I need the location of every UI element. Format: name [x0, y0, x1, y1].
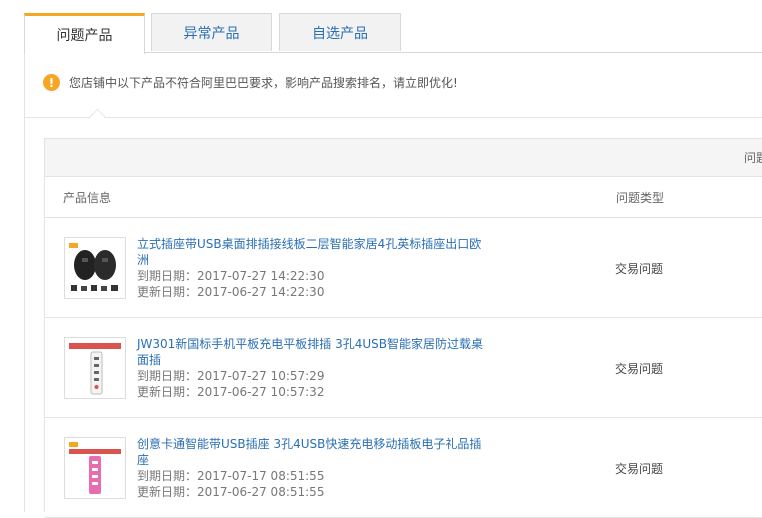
summary-text: 问题 — [744, 151, 762, 165]
notice-text: 您店铺中以下产品不符合阿里巴巴要求，影响产品搜索排名，请立即优化! — [69, 76, 458, 90]
problem-type: 交易问题 — [615, 262, 664, 276]
table-row: JW301新国标手机平板充电平板排插 3孔4USB智能家居防过载桌面插 到期日期… — [45, 318, 762, 418]
tab-problem-products[interactable]: 问题产品 — [24, 13, 145, 54]
expire-date: 到期日期：2017-07-17 08:51:55 — [137, 469, 325, 483]
table-header: 产品信息 问题类型 — [45, 177, 762, 218]
pointer-caret — [89, 108, 106, 125]
product-image-icon — [69, 343, 121, 395]
update-date: 更新日期：2017-06-27 14:22:30 — [137, 285, 325, 299]
table-row: 立式插座带USB桌面排插接线板二层智能家居4孔英标插座出口欧洲 到期日期：201… — [45, 218, 762, 318]
tab-abnormal-products[interactable]: 异常产品 — [151, 13, 272, 51]
warning-icon: ! — [43, 74, 60, 91]
table-summary-bar: 问题 — [45, 139, 762, 177]
product-image-icon — [69, 243, 118, 291]
tab-selected-products[interactable]: 自选产品 — [279, 13, 401, 51]
tab-bar: 问题产品 异常产品 自选产品 — [24, 13, 762, 54]
problem-type: 交易问题 — [615, 362, 664, 376]
table-row: 创意卡通智能带USB插座 3孔4USB快速充电移动插板电子礼品插座 到期日期：2… — [45, 418, 762, 518]
product-title-link[interactable]: JW301新国标手机平板充电平板排插 3孔4USB智能家居防过载桌面插 — [137, 336, 492, 368]
problem-type: 交易问题 — [615, 462, 664, 476]
update-date: 更新日期：2017-06-27 10:57:32 — [137, 385, 325, 399]
product-thumbnail[interactable] — [64, 437, 126, 499]
product-title-link[interactable]: 创意卡通智能带USB插座 3孔4USB快速充电移动插板电子礼品插座 — [137, 436, 492, 468]
header-problem-type: 问题类型 — [616, 191, 665, 205]
product-thumbnail[interactable] — [64, 237, 126, 299]
expire-date: 到期日期：2017-07-27 10:57:29 — [137, 369, 325, 383]
product-thumbnail[interactable] — [64, 337, 126, 399]
notice-divider — [25, 117, 762, 118]
notice-bar: ! 您店铺中以下产品不符合阿里巴巴要求，影响产品搜索排名，请立即优化! — [43, 74, 458, 91]
product-image-icon — [69, 442, 121, 494]
product-table: 问题 产品信息 问题类型 立 — [44, 138, 762, 518]
update-date: 更新日期：2017-06-27 08:51:55 — [137, 485, 325, 499]
expire-date: 到期日期：2017-07-27 14:22:30 — [137, 269, 325, 283]
header-product-info: 产品信息 — [63, 191, 112, 205]
product-title-link[interactable]: 立式插座带USB桌面排插接线板二层智能家居4孔英标插座出口欧洲 — [137, 236, 492, 268]
problem-products-panel: ! 您店铺中以下产品不符合阿里巴巴要求，影响产品搜索排名，请立即优化! 问题 产… — [24, 52, 762, 518]
